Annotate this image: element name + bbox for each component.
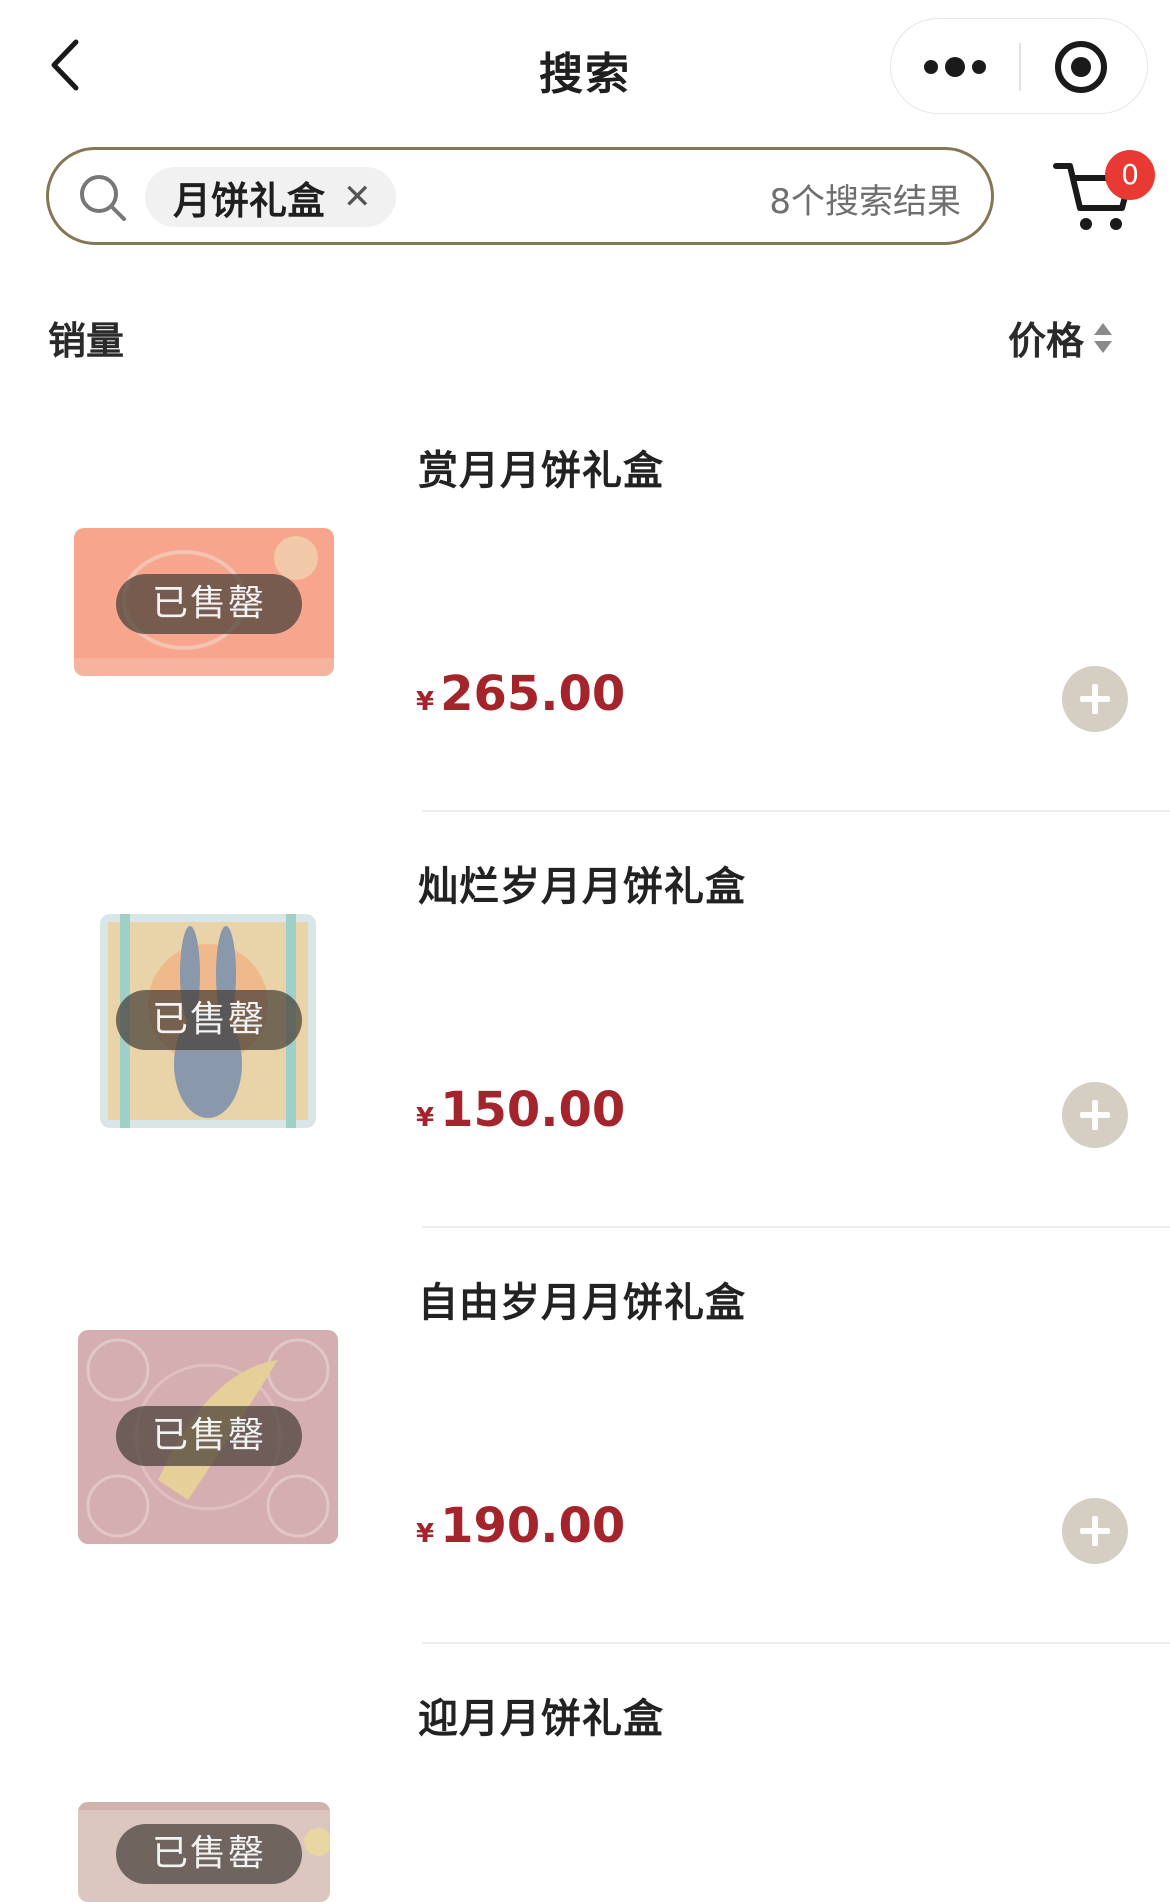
product-name: 赏月月饼礼盒 — [418, 448, 664, 494]
product-price: ¥ 150.00 — [416, 1082, 625, 1138]
sort-price-label: 价格 — [1008, 319, 1085, 363]
sort-by-price[interactable]: 价格 — [1008, 310, 1114, 365]
sold-out-label: 已售罄 — [116, 1406, 302, 1466]
product-price: ¥ 190.00 — [416, 1498, 625, 1554]
currency-symbol: ¥ — [416, 687, 435, 717]
currency-symbol: ¥ — [416, 1519, 435, 1549]
product-price: ¥ 265.00 — [416, 666, 625, 722]
add-to-cart-button[interactable] — [1062, 1498, 1128, 1564]
price-amount: 150.00 — [440, 1082, 626, 1138]
product-name: 自由岁月月饼礼盒 — [418, 1280, 746, 1326]
product-item[interactable]: 已售罄 迎月月饼礼盒 — [0, 1664, 1170, 1902]
divider — [422, 810, 1170, 812]
product-name: 迎月月饼礼盒 — [418, 1696, 664, 1742]
search-icon — [77, 172, 129, 224]
sort-arrows-icon — [1094, 322, 1113, 353]
sold-out-label: 已售罄 — [116, 574, 302, 634]
product-item[interactable]: 已售罄 自由岁月月饼礼盒 ¥ 190.00 — [0, 1248, 1170, 1664]
product-item[interactable]: 已售罄 灿烂岁月月饼礼盒 ¥ 150.00 — [0, 832, 1170, 1248]
more-options-icon[interactable] — [891, 19, 1019, 113]
sold-out-label: 已售罄 — [116, 1824, 302, 1884]
price-amount: 190.00 — [440, 1498, 626, 1554]
product-item[interactable]: 已售罄 赏月月饼礼盒 ¥ 265.00 — [0, 416, 1170, 832]
search-query-chip[interactable]: 月饼礼盒 ✕ — [145, 167, 396, 227]
navigation-bar: 搜索 — [0, 0, 1170, 130]
cart-count-badge: 0 — [1105, 150, 1155, 200]
product-name: 灿烂岁月月饼礼盒 — [418, 864, 746, 910]
price-amount: 265.00 — [440, 666, 626, 722]
add-to-cart-button[interactable] — [1062, 666, 1128, 732]
currency-symbol: ¥ — [416, 1103, 435, 1133]
mini-program-capsule — [890, 18, 1148, 114]
add-to-cart-button[interactable] — [1062, 1082, 1128, 1148]
close-miniprogram-icon[interactable] — [1021, 19, 1147, 113]
search-bar[interactable]: 月饼礼盒 ✕ 8个搜索结果 — [46, 147, 994, 245]
clear-query-icon[interactable]: ✕ — [343, 180, 372, 214]
sold-out-label: 已售罄 — [116, 990, 302, 1050]
search-query-text: 月饼礼盒 — [173, 178, 326, 223]
result-count: 8个搜索结果 — [769, 182, 961, 222]
divider — [422, 1642, 1170, 1644]
divider — [422, 1226, 1170, 1228]
back-arrow-icon[interactable] — [40, 30, 100, 100]
sort-by-sales[interactable]: 销量 — [48, 310, 124, 365]
